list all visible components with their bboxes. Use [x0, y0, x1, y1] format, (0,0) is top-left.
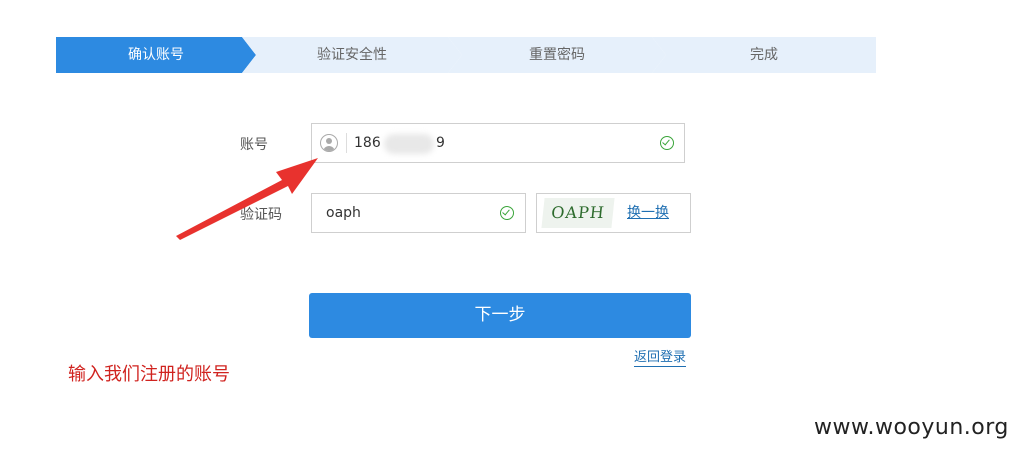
valid-check-icon	[660, 136, 674, 150]
step-label: 验证安全性	[317, 47, 387, 63]
step-label: 确认账号	[128, 47, 184, 63]
back-to-login-link[interactable]: 返回登录	[634, 350, 687, 367]
account-value-prefix: 186	[354, 135, 381, 151]
redacted-digits	[384, 134, 434, 154]
step-reset-password: 重置密码	[448, 37, 666, 73]
captcha-value: oaph	[326, 205, 361, 221]
step-verify-security: 验证安全性	[242, 37, 462, 73]
captcha-box: OAPH 换一换	[536, 193, 691, 233]
captcha-input[interactable]: oaph	[311, 193, 526, 233]
annotation-text: 输入我们注册的账号	[68, 364, 230, 385]
step-complete: 完成	[652, 37, 876, 73]
valid-check-icon	[500, 206, 514, 220]
field-divider	[346, 133, 347, 153]
account-value-suffix: 9	[436, 135, 445, 151]
refresh-captcha-link[interactable]: 换一换	[627, 194, 669, 232]
next-step-button[interactable]: 下一步	[309, 293, 691, 338]
step-confirm-account: 确认账号	[56, 37, 256, 73]
progress-steps: 确认账号 验证安全性 重置密码 完成	[56, 37, 876, 73]
account-field[interactable]: 186 9	[311, 123, 685, 163]
captcha-image[interactable]: OAPH	[541, 198, 615, 228]
step-label: 重置密码	[529, 47, 585, 63]
step-label: 完成	[750, 47, 778, 63]
annotation-arrow-icon	[176, 158, 318, 240]
watermark: www.wooyun.org	[814, 415, 1009, 440]
